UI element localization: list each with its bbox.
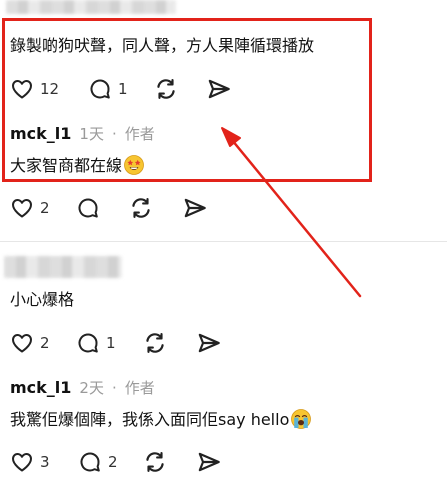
annotation-arrow: [221, 127, 362, 298]
